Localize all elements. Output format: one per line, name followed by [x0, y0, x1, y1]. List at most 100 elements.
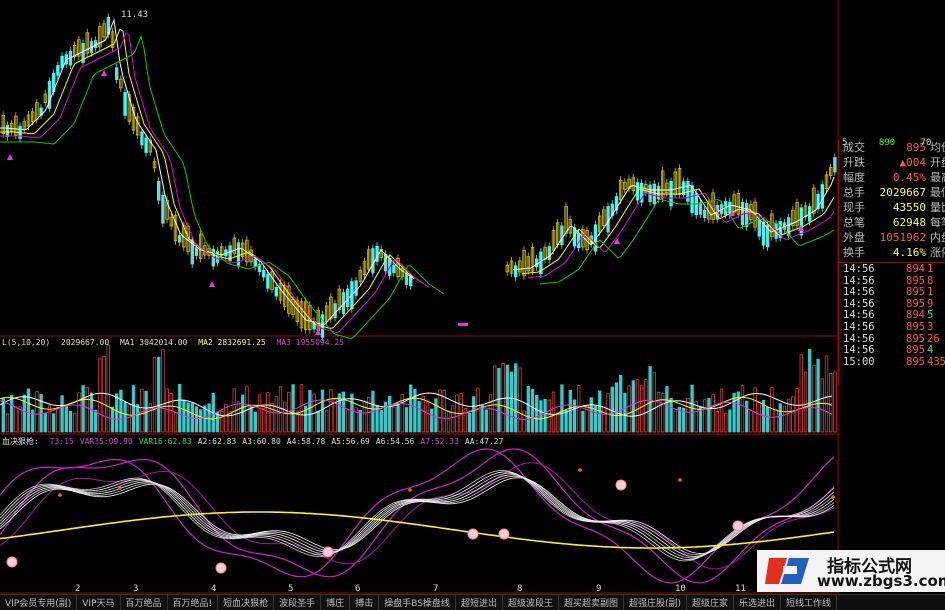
- volume-bar: [417, 401, 421, 433]
- indicator-tab[interactable]: VIP天马: [77, 595, 121, 610]
- dot-marker: [831, 495, 835, 499]
- smiley-marker-icon: [215, 562, 227, 574]
- volume-bar: [745, 400, 749, 433]
- candle-body: [547, 246, 551, 261]
- indicator-tab[interactable]: 短线工作线: [781, 595, 838, 610]
- volume-bar: [392, 406, 396, 433]
- volume-bar: [136, 404, 140, 433]
- volume-bar: [337, 393, 341, 433]
- volume-bar: [60, 395, 64, 433]
- volume-bar: [577, 385, 581, 433]
- indicator-tab[interactable]: 超买超卖副图: [559, 595, 624, 610]
- tick-volume: 4: [927, 344, 934, 357]
- tick-row: 14:56 894 1: [839, 263, 945, 276]
- volume-bar: [564, 409, 568, 433]
- volume-bar: [421, 396, 425, 433]
- quote-tail-label: 量比: [930, 201, 945, 214]
- volume-bar: [816, 358, 820, 433]
- quote-tail-label: 最低: [930, 186, 945, 199]
- tick-volume: 1: [927, 263, 934, 275]
- volume-bar: [39, 394, 43, 433]
- volume-bar: [228, 411, 232, 433]
- volume-bar: [396, 402, 400, 433]
- indicator-tab[interactable]: 搏击: [350, 595, 380, 610]
- quote-tail-label: 涨停: [930, 246, 945, 259]
- indicator-legend-item: A5:56.69: [331, 437, 370, 446]
- volume-bar: [43, 413, 47, 433]
- quote-label: 外盘: [843, 231, 865, 244]
- indicator-tab[interactable]: 超级庄家: [687, 595, 735, 610]
- volume-bar: [808, 349, 812, 433]
- indicator-tab[interactable]: 短血决狠枪: [218, 595, 275, 610]
- candle-body: [392, 265, 396, 274]
- volume-bar: [89, 392, 94, 433]
- indicator-tab[interactable]: 博庄: [321, 595, 351, 610]
- candle-body: [757, 218, 761, 237]
- indicator-tab[interactable]: 乐选进出: [734, 595, 782, 610]
- x-tick-label: 7: [433, 584, 439, 594]
- volume-bar: [589, 397, 593, 433]
- quote-value: 62948: [892, 216, 926, 229]
- volume-bar: [560, 384, 564, 433]
- x-tick-label: 9: [596, 584, 602, 594]
- candle-body: [177, 235, 182, 243]
- indicator-tab[interactable]: 超级波段王: [503, 595, 559, 610]
- indicator-tab[interactable]: 超强庄股(副): [624, 595, 688, 610]
- candle-body: [115, 67, 119, 80]
- volume-bar: [270, 403, 274, 433]
- volume-bar: [791, 396, 795, 433]
- volume-bar: [64, 406, 68, 433]
- volume-bar: [165, 388, 169, 433]
- x-tick-label: 10: [675, 584, 686, 594]
- volume-bar: [77, 392, 81, 433]
- volume-bar: [425, 400, 430, 433]
- candle-body: [123, 92, 127, 116]
- volume-bar: [236, 401, 241, 433]
- indicator-tab[interactable]: 百万绝品!: [168, 595, 219, 610]
- volume-bar: [161, 349, 165, 433]
- volume-legend-ma3: MA3 1955094.25: [276, 338, 344, 347]
- volume-bar: [774, 409, 778, 433]
- candle-body: [535, 258, 539, 268]
- volume-bar: [341, 391, 346, 433]
- candle-body: [56, 65, 60, 76]
- volume-bar: [472, 396, 476, 433]
- quote-row: 现手 43550 量比: [839, 200, 945, 215]
- volume-legend-ma2: MA2 2832691.25: [198, 338, 266, 347]
- volume-bar: [85, 387, 89, 433]
- volume-bar: [220, 410, 224, 433]
- volume-bar: [782, 405, 787, 433]
- volume-bar: [556, 412, 560, 433]
- candle-body: [274, 287, 278, 297]
- volume-bar: [707, 398, 711, 433]
- volume-bar: [140, 388, 144, 433]
- indicator-legend-item: VAR35:09.90: [79, 437, 133, 446]
- indicator-tab[interactable]: 操盘手BS操盘线: [379, 595, 456, 610]
- volume-bar: [94, 409, 98, 433]
- volume-bar: [274, 396, 278, 433]
- tick-time: 14:56: [843, 320, 875, 333]
- indicator-tab[interactable]: 百万绝品: [121, 595, 168, 610]
- tick-row: 15:00 895 435: [839, 355, 945, 369]
- tick-row: 14:56 895 3: [839, 320, 945, 334]
- x-tick-label: 3: [133, 584, 139, 594]
- volume-bar: [740, 385, 745, 433]
- indicator-legend-item: A3:60.80: [242, 437, 281, 446]
- indicator-tab[interactable]: VIP会员专用(副): [0, 595, 78, 610]
- indicator-tab[interactable]: 超短进出: [456, 595, 503, 610]
- volume-bar: [173, 412, 178, 433]
- volume-bar: [547, 399, 551, 433]
- indicator-tab[interactable]: 波段圣手: [274, 595, 322, 610]
- volume-bar: [308, 390, 312, 433]
- x-tick-label: 8: [517, 584, 523, 594]
- moving-average-line: [0, 32, 835, 333]
- tick-time: 15:00: [843, 355, 875, 368]
- volume-bar: [157, 356, 161, 433]
- dot-marker: [408, 488, 412, 492]
- buy-marker-icon: [209, 281, 215, 287]
- smiley-marker-icon: [467, 528, 479, 540]
- stock-chart[interactable]: [0, 0, 945, 609]
- candle-body: [144, 137, 148, 153]
- volume-bar: [522, 410, 526, 433]
- volume-bar: [123, 402, 127, 433]
